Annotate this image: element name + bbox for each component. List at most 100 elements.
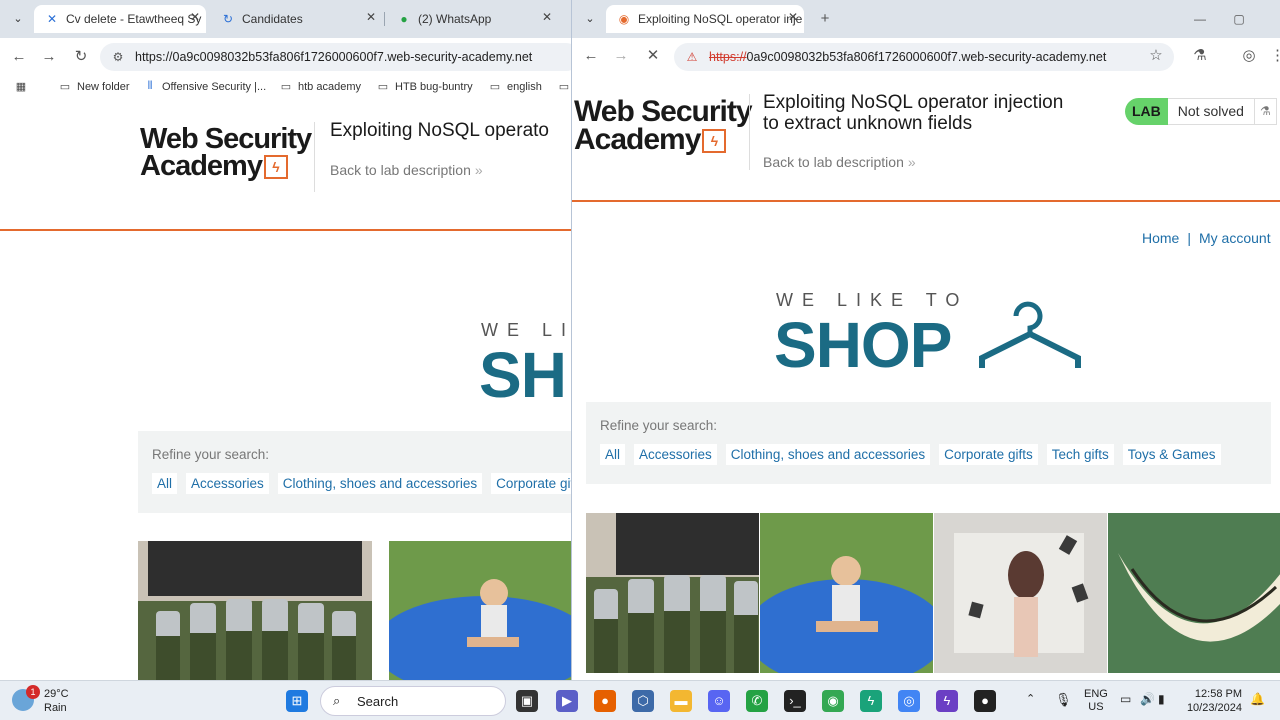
back-arrow-icon[interactable]: ← — [8, 46, 30, 68]
search-icon: ⌕ — [333, 693, 341, 708]
web-security-academy-logo[interactable]: Web Security Academy ϟ — [140, 125, 312, 180]
tab-search-dropdown-icon[interactable]: ⌄ — [580, 9, 600, 29]
chrome-icon[interactable]: ◉ — [822, 690, 844, 712]
forward-arrow-icon[interactable]: → — [610, 45, 632, 67]
tab-search-dropdown-icon[interactable]: ⌄ — [8, 9, 28, 29]
can-belt-illustration — [586, 513, 759, 673]
shop-wordmark: SHOP — [774, 309, 952, 381]
forward-arrow-icon[interactable]: → — [38, 46, 60, 68]
task-view-icon[interactable]: ▣ — [516, 690, 538, 712]
back-to-lab-description-link[interactable]: Back to lab description» — [330, 162, 483, 178]
filter-corporate-gifts[interactable]: Corporate gif — [491, 473, 571, 494]
windows-taskbar: 1 29°C Rain ⊞ ⌕ Search ▣ ▶ ● ⬡ ▬ ☺ ✆ ›_ … — [0, 680, 1280, 720]
firefox-icon[interactable]: ● — [594, 690, 616, 712]
bookmark-english[interactable]: ▭ english — [488, 80, 542, 94]
notification-bell-icon[interactable]: 🔔 — [1250, 692, 1265, 706]
minimize-icon[interactable]: — — [1189, 8, 1211, 30]
bookmark-overflow[interactable]: ▭ — [557, 80, 571, 93]
filter-accessories[interactable]: Accessories — [186, 473, 269, 494]
web-security-academy-logo[interactable]: Web Security Academy ϟ — [574, 97, 753, 154]
system-clock[interactable]: 12:58 PM 10/23/2024 — [1172, 687, 1242, 715]
filter-clothing[interactable]: Clothing, shoes and accessories — [277, 473, 483, 494]
back-arrow-icon[interactable]: ← — [580, 45, 602, 67]
close-tab-icon[interactable]: ✕ — [542, 10, 552, 24]
not-secure-icon[interactable]: ⚠ — [684, 50, 700, 64]
burp-app-icon[interactable]: ϟ — [860, 690, 882, 712]
profile-icon[interactable]: ◎ — [1238, 45, 1260, 67]
lab-title: Exploiting NoSQL operato — [330, 120, 549, 141]
hanger-icon — [979, 301, 1081, 368]
browser-toolbar: ← → ↻ ⚙ https://0a9c0098032b53fa806f1726… — [0, 38, 571, 76]
product-image-bean-bag[interactable] — [760, 513, 933, 673]
refresh-icon: ↻ — [222, 12, 234, 26]
stop-loading-icon[interactable]: ✕ — [642, 45, 664, 67]
bookmark-htb-bug-buntry[interactable]: ▭ HTB bug-buntry — [376, 80, 473, 94]
obs-record-icon[interactable]: ● — [974, 690, 996, 712]
bookmarks-bar: ▦ ▭ New folder ⦀ Offensive Security |... ▭… — [0, 76, 571, 100]
folder-icon: ▭ — [59, 81, 71, 93]
bookmark-offensive-security[interactable]: ⦀ Offensive Security |... — [143, 80, 267, 93]
header-rule — [0, 229, 571, 231]
site-info-icon[interactable]: ⚙ — [110, 50, 126, 64]
filter-all[interactable]: All — [152, 473, 178, 494]
lab-title: Exploiting NoSQL operator injection to e… — [763, 92, 1064, 135]
discord-icon[interactable]: ☺ — [708, 690, 730, 712]
weather-temperature: 29°C — [44, 688, 69, 700]
tab-nosql-lab[interactable]: ◉ Exploiting NoSQL operator inje ✕ — [606, 5, 804, 33]
address-bar[interactable]: ⚙ https://0a9c0098032b53fa806f1726000600… — [100, 43, 571, 71]
show-hidden-icons-chevron-up-icon[interactable]: ⌃ — [1026, 692, 1035, 705]
tab-cv-delete[interactable]: ✕ Cv delete - Etawtheeq Sy ✕ — [34, 5, 206, 33]
filter-toys-games[interactable]: Toys & Games — [1122, 444, 1221, 465]
product-image-can-belt[interactable] — [138, 541, 372, 680]
menu-kebab-icon[interactable]: ⋮ — [1270, 45, 1280, 67]
product-image-bean-bag[interactable] — [389, 541, 571, 680]
browser-toolbar: ← → ✕ ⚠ https:// 0a9c0098032b53fa806f172… — [572, 38, 1280, 76]
weather-description: Rain — [44, 702, 67, 714]
bookmark-new-folder[interactable]: ▭ New folder — [58, 80, 130, 94]
close-tab-icon[interactable]: ✕ — [190, 10, 200, 24]
tab-whatsapp[interactable]: ● (2) WhatsApp ✕ — [386, 5, 558, 33]
burp-suite-icon[interactable]: ϟ — [936, 690, 958, 712]
back-to-lab-description-link[interactable]: Back to lab description» — [763, 154, 916, 170]
close-tab-icon[interactable]: ✕ — [366, 10, 376, 24]
folder-icon: ▭ — [377, 81, 389, 93]
taskbar-search[interactable]: ⌕ Search — [320, 686, 506, 716]
close-tab-icon[interactable]: ✕ — [788, 10, 798, 24]
address-bar[interactable]: ⚠ https:// 0a9c0098032b53fa806f172600060… — [674, 43, 1174, 71]
new-tab-plus-icon[interactable]: + — [814, 8, 836, 30]
terminal-icon[interactable]: ›_ — [784, 690, 806, 712]
windows-start-icon[interactable]: ⊞ — [286, 690, 308, 712]
bolt-icon: ϟ — [702, 128, 727, 153]
filter-tech-gifts[interactable]: Tech gifts — [1046, 444, 1114, 465]
teams-icon[interactable]: ▶ — [556, 690, 578, 712]
network-icon[interactable]: ▭ — [1120, 692, 1131, 706]
bolt-icon: ϟ — [263, 155, 288, 180]
microphone-icon[interactable]: 🎙 — [1055, 692, 1072, 708]
product-image-can-belt[interactable] — [586, 513, 759, 673]
product-image-cheshire-grin[interactable] — [1108, 513, 1280, 673]
maximize-icon[interactable]: ▢ — [1228, 8, 1250, 30]
can-belt-illustration — [138, 541, 372, 680]
bookmark-htb-academy[interactable]: ▭ htb academy — [279, 80, 361, 94]
virtualbox-icon[interactable]: ⬡ — [632, 690, 654, 712]
filter-all[interactable]: All — [600, 444, 626, 465]
extension-flask-icon[interactable]: ⚗ — [1189, 45, 1211, 67]
nav-home-link[interactable]: Home — [1142, 230, 1179, 246]
filter-accessories[interactable]: Accessories — [634, 444, 717, 465]
top-nav: Home | My account — [1142, 230, 1271, 246]
chrome-active-icon[interactable]: ◎ — [898, 690, 920, 712]
bookmark-star-icon[interactable]: ☆ — [1145, 45, 1167, 67]
file-explorer-icon[interactable]: ▬ — [670, 690, 692, 712]
volume-icon[interactable]: 🔊 — [1140, 692, 1155, 706]
battery-icon[interactable]: ▮ — [1158, 692, 1165, 706]
language-indicator[interactable]: ENG US — [1084, 688, 1108, 714]
filter-clothing[interactable]: Clothing, shoes and accessories — [725, 444, 931, 465]
reload-icon[interactable]: ↻ — [70, 46, 92, 68]
tab-candidates[interactable]: ↻ Candidates ✕ — [210, 5, 382, 33]
whatsapp-icon[interactable]: ✆ — [746, 690, 768, 712]
apps-grid-icon[interactable]: ▦ — [14, 80, 33, 93]
filter-corporate-gifts[interactable]: Corporate gifts — [939, 444, 1038, 465]
product-image-flying-books[interactable] — [934, 513, 1107, 673]
nav-my-account-link[interactable]: My account — [1199, 230, 1271, 246]
flask-icon: ⚗ — [1254, 98, 1277, 125]
